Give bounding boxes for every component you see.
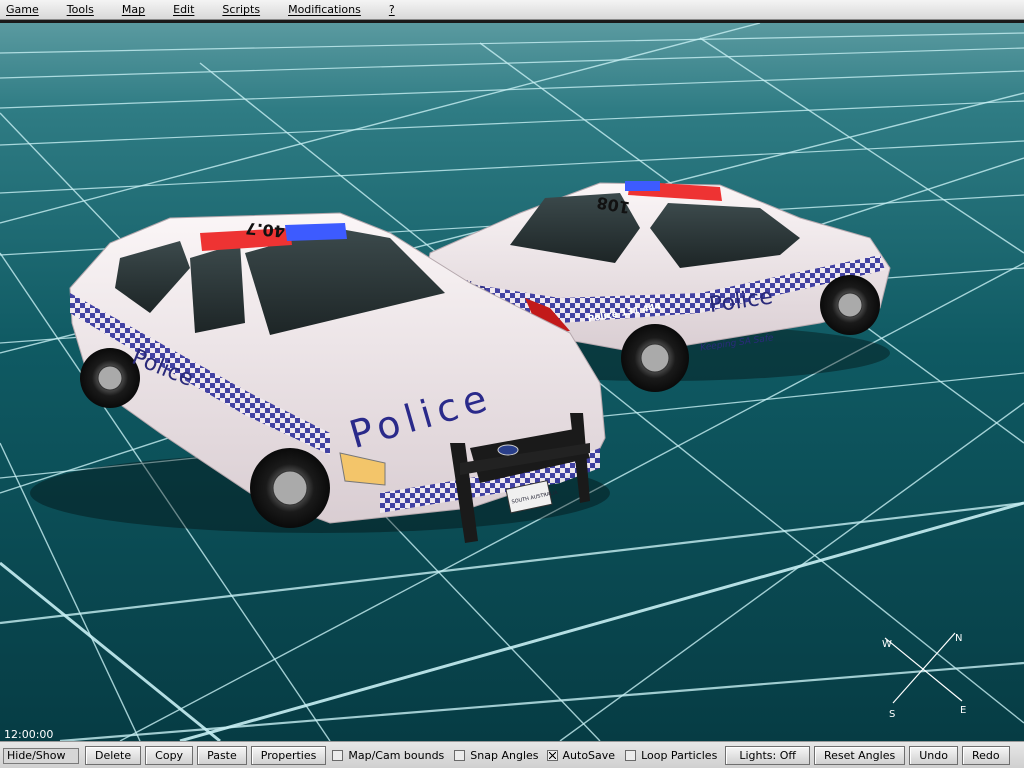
menu-tools[interactable]: Tools — [61, 3, 94, 16]
copy-button[interactable]: Copy — [145, 746, 194, 765]
bottom-toolbar: Hide/Show Delete Copy Paste Properties M… — [0, 741, 1024, 768]
menu-scripts[interactable]: Scripts — [216, 3, 260, 16]
compass-west: W — [882, 639, 892, 650]
map-cam-bounds-checkbox[interactable] — [332, 750, 344, 761]
lights-toggle-button[interactable]: Lights: Off — [725, 746, 810, 765]
paste-button[interactable]: Paste — [197, 746, 247, 765]
snap-angles-toggle[interactable]: Snap Angles — [454, 749, 539, 762]
snap-angles-label: Snap Angles — [470, 749, 539, 762]
3d-viewport[interactable]: Police Keeping SA Safe Police 131 444 Po… — [0, 23, 1024, 741]
redo-button[interactable]: Redo — [961, 746, 1010, 765]
autosave-checkbox[interactable] — [546, 750, 558, 761]
map-cam-bounds-label: Map/Cam bounds — [348, 749, 445, 762]
menu-modifications[interactable]: Modifications — [282, 3, 361, 16]
front-car-roof-number: 40.7 — [245, 219, 286, 241]
snap-angles-checkbox[interactable] — [454, 750, 466, 761]
loop-particles-label: Loop Particles — [641, 749, 718, 762]
compass-east: E — [960, 705, 966, 716]
reset-angles-button[interactable]: Reset Angles — [813, 746, 906, 765]
autosave-label: AutoSave — [562, 749, 616, 762]
map-cam-bounds-toggle[interactable]: Map/Cam bounds — [332, 749, 444, 762]
compass-north: N — [955, 633, 962, 644]
undo-button[interactable]: Undo — [909, 746, 958, 765]
delete-button[interactable]: Delete — [85, 746, 142, 765]
menu-edit[interactable]: Edit — [167, 3, 194, 16]
menu-help[interactable]: ? — [383, 3, 395, 16]
scene-canvas[interactable]: Police Keeping SA Safe Police 131 444 Po… — [0, 23, 1024, 741]
autosave-toggle[interactable]: AutoSave — [546, 749, 616, 762]
loop-particles-toggle[interactable]: Loop Particles — [625, 749, 717, 762]
properties-button[interactable]: Properties — [250, 746, 327, 765]
hide-show-dropdown[interactable]: Hide/Show — [3, 747, 79, 764]
loop-particles-checkbox[interactable] — [625, 750, 637, 761]
compass-south: S — [889, 709, 895, 720]
menu-game[interactable]: Game — [0, 3, 39, 16]
time-display: 12:00:00 — [4, 728, 54, 741]
menu-bar: Game Tools Map Edit Scripts Modification… — [0, 0, 1024, 20]
menu-map[interactable]: Map — [116, 3, 145, 16]
